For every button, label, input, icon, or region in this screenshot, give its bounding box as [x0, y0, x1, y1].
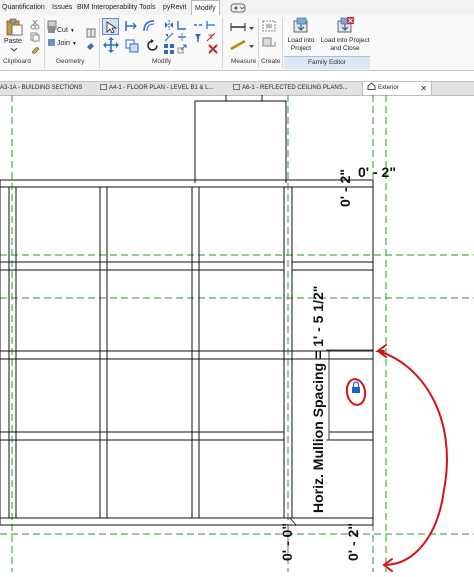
load-into-project-button[interactable]: Load into Project [284, 17, 318, 55]
panel-separator [99, 18, 100, 68]
join-geometry-icon [48, 39, 55, 46]
markup-curve-arrow [377, 350, 448, 566]
view-tab-bar: A3-1A - BUILDING SECTIONS A4-1 - FLOOR P… [0, 81, 474, 96]
create-group-icon[interactable] [262, 20, 276, 32]
join-geometry-button[interactable]: Join ▼ [48, 39, 77, 49]
mirror-axis-icon[interactable] [164, 20, 174, 30]
select-cursor-icon [106, 21, 118, 34]
pin-icon[interactable] [193, 32, 203, 42]
top-leader-box [194, 95, 287, 183]
dimension-top-left[interactable]: 0' - 2" [337, 169, 353, 207]
trim-single-icon[interactable] [206, 20, 216, 30]
panel-separator [222, 18, 223, 68]
geometry-panel-label: Geometry [56, 58, 85, 65]
tab-pyrevit[interactable]: pyRevit [163, 0, 186, 15]
chevron-down-icon [249, 45, 254, 48]
modify-panel-label: Modify [152, 58, 172, 65]
ribbon-tab-strip: Quantification Issues BIM Interoperabili… [0, 0, 474, 16]
load-into-project-and-close-icon [337, 17, 354, 33]
vertical-mullions[interactable] [8, 187, 293, 518]
view-tab-label: A4-1 - FLOOR PLAN - LEVEL B1 & L... [109, 85, 214, 91]
dimension-bottom-right[interactable]: 0' - 2" [345, 523, 361, 561]
copy-icon[interactable] [30, 32, 40, 42]
dimension-bottom-left[interactable]: 0' - 0" [279, 523, 295, 561]
view-tab-label: Exterior [378, 85, 399, 91]
cut-geometry-icon [48, 26, 55, 33]
move-icon[interactable] [103, 37, 119, 53]
measure-icon[interactable] [230, 21, 246, 33]
chevron-down-icon: ▼ [69, 28, 75, 34]
modify-select-button[interactable] [102, 18, 119, 35]
reference-planes[interactable] [0, 95, 474, 572]
paint-icon[interactable] [86, 41, 96, 51]
delete-icon[interactable] [208, 44, 218, 54]
unpin-icon[interactable] [206, 32, 216, 42]
offset-icon[interactable] [142, 19, 156, 33]
clipboard-panel-label: Clipboard [3, 58, 31, 65]
view-tab-floor-plan[interactable]: A4-1 - FLOOR PLAN - LEVEL B1 & L... [100, 82, 218, 95]
trim-extend-icon[interactable] [177, 20, 187, 30]
array-icon[interactable] [164, 44, 174, 54]
chevron-down-icon [11, 48, 17, 52]
match-properties-icon[interactable] [30, 44, 40, 54]
tab-options-toggle-icon[interactable] [230, 0, 246, 15]
ribbon-panel: Paste Clipboard Cut ▼ Join ▼ Geometry Mo… [0, 15, 474, 71]
view-tab-building-sections[interactable]: A3-1A - BUILDING SECTIONS [0, 82, 94, 95]
split-gap-icon[interactable] [193, 20, 203, 30]
paste-button[interactable]: Paste [3, 17, 25, 53]
chevron-down-icon [249, 27, 254, 30]
create-panel-label: Create [261, 58, 281, 65]
markup-arrowhead-top [375, 344, 387, 358]
split-face-icon[interactable] [86, 28, 96, 38]
curtain-panel-drawing[interactable]: 0' - 2" 0' - 2" Horiz. Mullion Spacing =… [0, 95, 474, 572]
cut-geometry-button[interactable]: Cut ▼ [48, 26, 75, 36]
chevron-down-icon: ▼ [71, 41, 77, 47]
close-icon[interactable]: ✕ [420, 82, 427, 95]
tab-issues[interactable]: Issues [52, 0, 72, 15]
ceiling-plan-view-icon [233, 84, 240, 90]
view-tab-label: A6-1 - REFLECTED CEILING PLANS... [242, 85, 348, 91]
panel-separator [258, 18, 259, 68]
dimension-icon[interactable] [229, 39, 247, 51]
tab-quantification[interactable]: Quantification [2, 0, 45, 15]
paste-icon [6, 18, 23, 36]
floor-plan-view-icon [100, 84, 107, 90]
elevation-view-icon [367, 82, 376, 90]
rotate-icon[interactable] [145, 38, 160, 53]
panel-separator [44, 18, 45, 68]
measure-panel-label: Measure [231, 58, 257, 65]
cut-label: Cut [57, 27, 68, 34]
dimension-mullion-spacing[interactable]: Horiz. Mullion Spacing = 1' - 5 1/2" [310, 286, 326, 513]
view-tab-exterior[interactable]: Exterior ✕ [362, 82, 432, 95]
cut-clipboard-icon[interactable] [30, 20, 40, 30]
tab-bim-interoperability-tools[interactable]: BIM Interoperability Tools [77, 0, 155, 15]
lock-icon[interactable] [352, 381, 360, 393]
tab-modify[interactable]: Modify [191, 0, 220, 15]
mirror-draw-icon[interactable] [164, 32, 174, 42]
load-into-project-and-close-button[interactable]: Load into Project and Close [320, 17, 370, 55]
dimension-top-right[interactable]: 0' - 2" [358, 164, 396, 180]
copy-element-icon[interactable] [125, 39, 139, 53]
split-element-icon[interactable] [177, 32, 187, 42]
view-tab-label: A3-1A - BUILDING SECTIONS [0, 85, 83, 91]
join-label: Join [57, 40, 70, 47]
dimension-lines[interactable] [289, 186, 373, 526]
panel-separator [282, 18, 283, 68]
load-into-project-icon [293, 17, 308, 33]
load-into-project-label: Load into Project [287, 37, 315, 52]
drawing-canvas[interactable]: 0' - 2" 0' - 2" Horiz. Mullion Spacing =… [0, 95, 474, 572]
align-icon[interactable] [124, 19, 138, 33]
scale-icon[interactable] [177, 44, 187, 54]
load-into-project-and-close-label: Load into Project and Close [320, 37, 370, 52]
paste-label: Paste [4, 38, 22, 45]
create-similar-icon[interactable] [262, 37, 276, 49]
view-tab-reflected-ceiling-plans[interactable]: A6-1 - REFLECTED CEILING PLANS... [233, 82, 355, 95]
family-editor-panel-label: Family Editor [284, 56, 370, 69]
